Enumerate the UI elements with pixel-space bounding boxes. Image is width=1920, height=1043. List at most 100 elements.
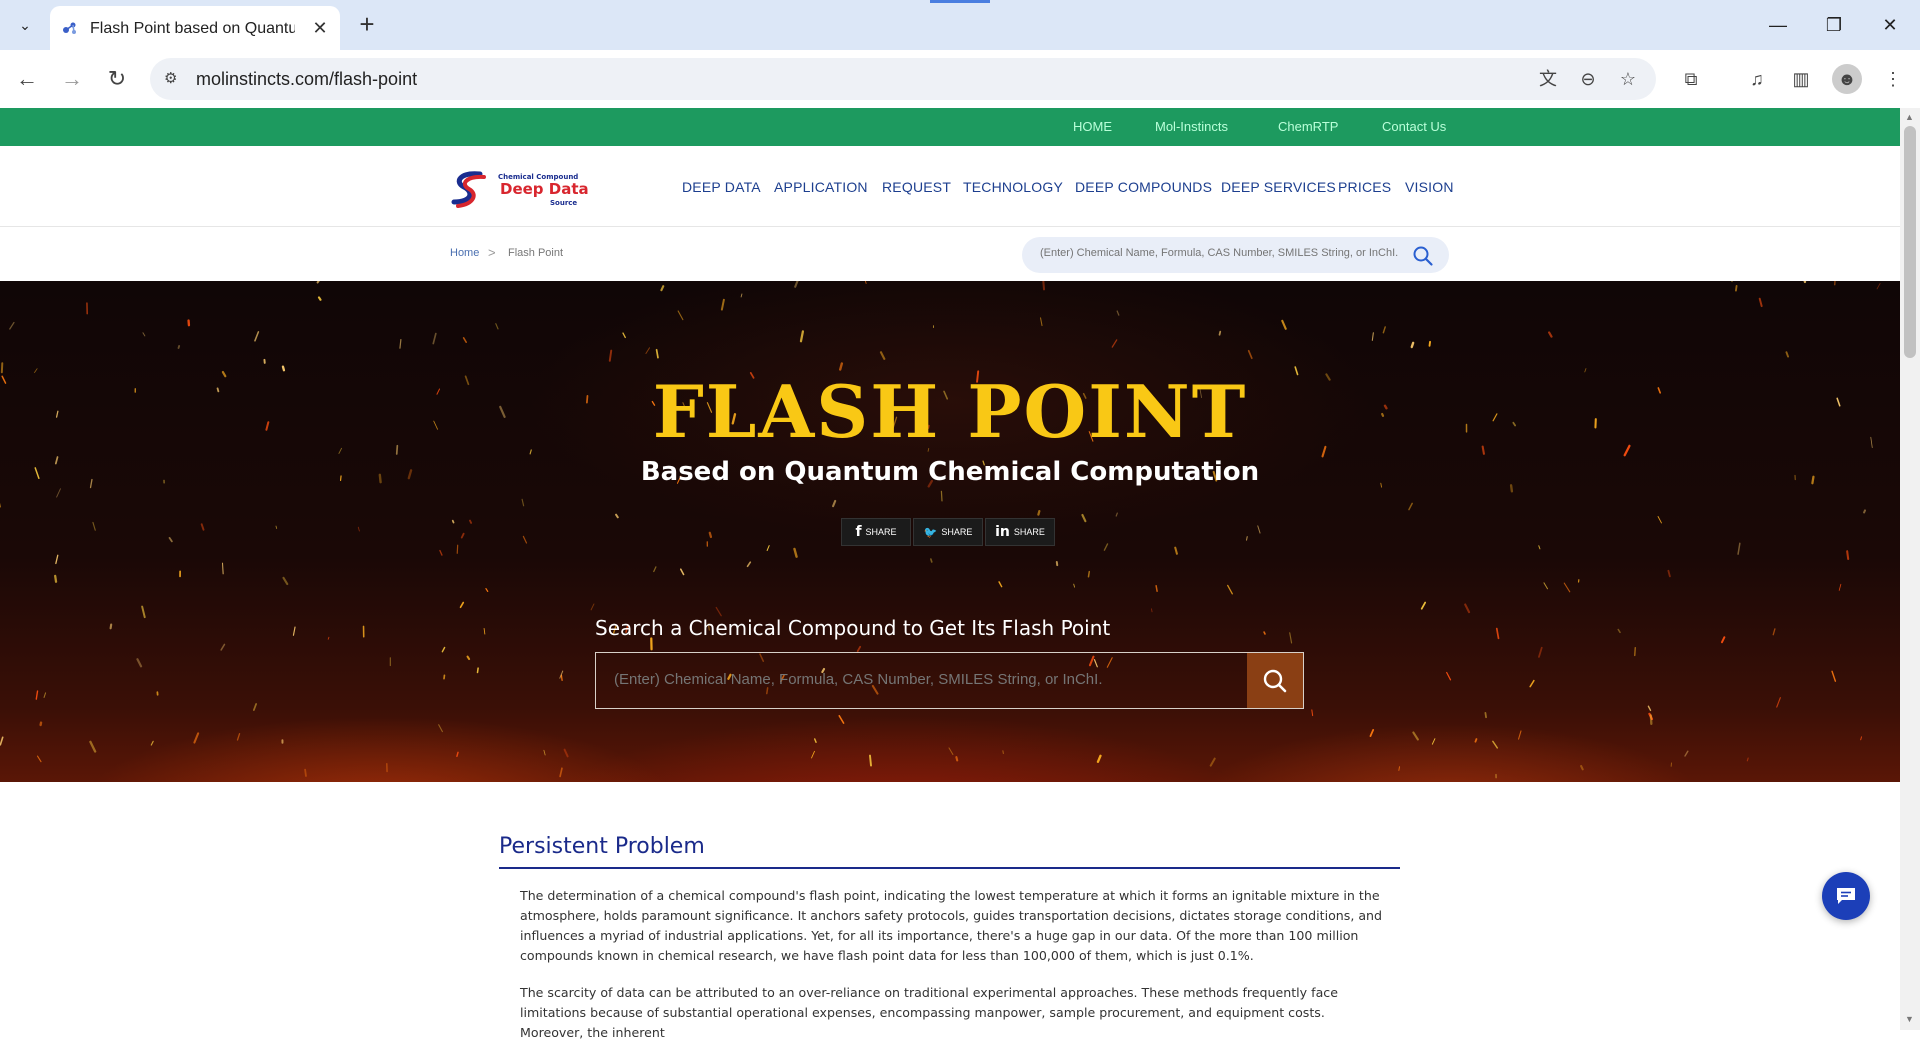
spark	[223, 563, 224, 574]
kebab-menu-icon[interactable]: ⋮	[1878, 64, 1908, 94]
zoom-out-icon[interactable]: ⊖	[1576, 67, 1600, 91]
nav-application[interactable]: APPLICATION	[774, 179, 868, 195]
top-link-chemrtp[interactable]: ChemRTP	[1278, 119, 1338, 134]
spark	[142, 607, 145, 618]
spark	[881, 352, 884, 359]
spark	[179, 346, 180, 348]
window-close-icon[interactable]: ✕	[1866, 8, 1914, 42]
tab-close-icon[interactable]: ✕	[308, 16, 332, 40]
reload-icon[interactable]: ↻	[102, 64, 132, 94]
address-bar[interactable]: ⚙ molinstincts.com/flash-point 文 ⊖ ☆	[150, 58, 1656, 100]
profile-avatar[interactable]: ☻	[1832, 64, 1862, 94]
top-link-home[interactable]: HOME	[1073, 119, 1112, 134]
spark	[496, 324, 498, 329]
scroll-down-arrow-icon[interactable]: ▼	[1905, 1014, 1914, 1024]
spark	[1432, 739, 1435, 744]
chat-button[interactable]	[1822, 872, 1870, 920]
spark	[616, 515, 618, 518]
search-icon[interactable]	[1412, 245, 1434, 267]
nav-technology[interactable]: TECHNOLOGY	[963, 179, 1063, 195]
spark	[486, 589, 488, 592]
spark	[276, 526, 277, 528]
spark	[1519, 731, 1521, 739]
spark	[433, 334, 436, 344]
top-link-mol-instincts[interactable]: Mol-Instincts	[1155, 119, 1228, 134]
header-search-input[interactable]	[1038, 246, 1402, 260]
site-logo[interactable]: Chemical Compound Deep Data Source	[450, 168, 595, 210]
minimize-icon[interactable]: —	[1754, 8, 1802, 42]
tab-strip-accent	[930, 0, 990, 3]
site-info-icon[interactable]: ⚙	[164, 69, 184, 89]
media-queue-icon[interactable]: ♫	[1742, 64, 1772, 94]
spark	[1635, 648, 1636, 656]
hero-search-input[interactable]	[612, 670, 1236, 689]
translate-icon[interactable]: 文	[1536, 67, 1560, 91]
nav-deep-services[interactable]: DEEP SERVICES	[1221, 179, 1336, 195]
spark	[221, 644, 224, 649]
scroll-up-arrow-icon[interactable]: ▲	[1905, 112, 1914, 122]
url-text[interactable]: molinstincts.com/flash-point	[196, 69, 417, 90]
page-scrollbar[interactable]: ▲ ▼	[1900, 108, 1920, 1030]
share-facebook-button[interactable]: f SHARE	[841, 518, 911, 546]
spark	[1104, 544, 1107, 550]
spark	[560, 768, 562, 776]
spark	[956, 757, 957, 760]
spark	[1618, 630, 1620, 633]
share-linkedin-button[interactable]: in SHARE	[985, 518, 1055, 546]
tab-search-chevron-icon[interactable]: ⌄	[10, 10, 40, 40]
tab-title: Flash Point based on Quantum Chemical Co…	[90, 20, 295, 38]
spark	[1861, 737, 1862, 740]
nav-vision[interactable]: VISION	[1405, 179, 1454, 195]
browser-toolbar: ← → ↻ ⚙ molinstincts.com/flash-point 文 ⊖…	[0, 50, 1920, 109]
spark	[1399, 767, 1400, 771]
new-tab-button[interactable]: +	[352, 10, 382, 40]
spark	[1847, 551, 1848, 559]
spark	[1211, 759, 1215, 766]
spark	[137, 659, 141, 666]
spark	[319, 297, 320, 299]
breadcrumb-current: Flash Point	[508, 247, 563, 259]
spark	[1544, 583, 1548, 589]
spark	[1228, 585, 1233, 593]
spark	[400, 340, 401, 348]
hero-search-button[interactable]	[1247, 653, 1303, 708]
spark	[1038, 511, 1039, 514]
back-arrow-icon[interactable]: ←	[12, 64, 42, 94]
breadcrumb-home[interactable]: Home	[450, 247, 479, 259]
spark	[1738, 543, 1740, 554]
site-header: Chemical Compound Deep Data Source DEEP …	[0, 146, 1900, 227]
browser-tab-active[interactable]: Flash Point based on Quantum Chemical Co…	[50, 6, 340, 50]
spark	[681, 569, 684, 574]
nav-prices[interactable]: PRICES	[1338, 179, 1391, 195]
spark	[716, 608, 721, 616]
spark	[591, 604, 594, 610]
nav-request[interactable]: REQUEST	[882, 179, 951, 195]
nav-deep-compounds[interactable]: DEEP COMPOUNDS	[1075, 179, 1212, 195]
scrollbar-thumb[interactable]	[1904, 126, 1916, 358]
spark	[1409, 503, 1412, 509]
forward-arrow-icon[interactable]: →	[57, 64, 87, 94]
spark	[931, 559, 932, 562]
spark	[1777, 698, 1781, 707]
spark	[1493, 741, 1497, 748]
spark	[1839, 584, 1841, 590]
spark	[1258, 526, 1260, 533]
spark	[657, 350, 658, 358]
spark	[464, 338, 467, 342]
top-link-contact-us[interactable]: Contact Us	[1382, 119, 1446, 134]
restore-icon[interactable]: ❐	[1810, 8, 1858, 42]
spark	[1447, 672, 1451, 679]
spark	[1074, 584, 1075, 587]
spark	[442, 648, 444, 652]
spark	[1648, 706, 1650, 710]
side-panel-icon[interactable]: ▥	[1786, 64, 1816, 94]
svg-text:Source: Source	[550, 199, 577, 207]
spark	[111, 625, 112, 629]
bookmark-star-icon[interactable]: ☆	[1616, 67, 1640, 91]
spark	[255, 332, 258, 341]
extensions-puzzle-icon[interactable]: ⧉	[1676, 64, 1706, 94]
linkedin-icon: in	[995, 524, 1010, 540]
nav-deep-data[interactable]: DEEP DATA	[682, 179, 761, 195]
spark	[1088, 572, 1089, 577]
share-twitter-button[interactable]: 🐦 SHARE	[913, 518, 983, 546]
